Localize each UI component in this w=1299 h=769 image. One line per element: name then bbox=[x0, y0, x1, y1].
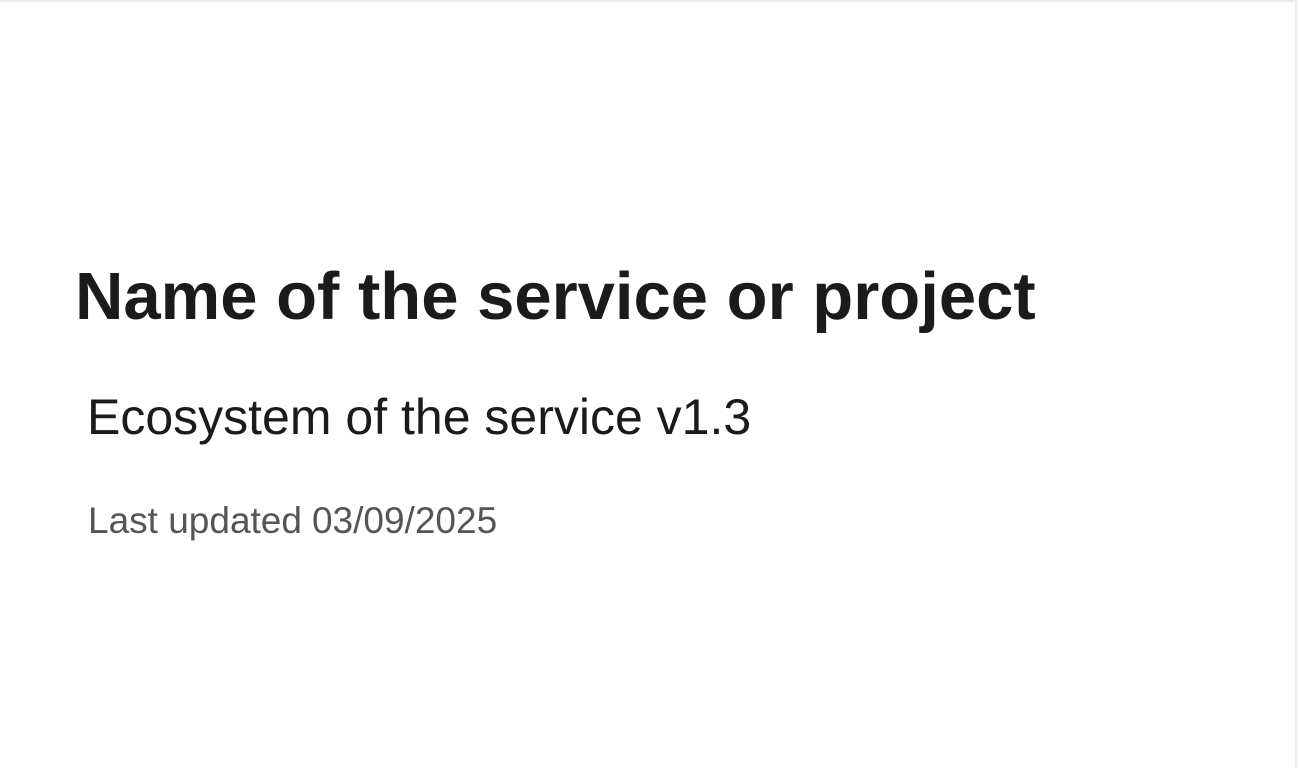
title-slide: Name of the service or project Ecosystem… bbox=[0, 0, 1297, 768]
page-title: Name of the service or project bbox=[75, 259, 1036, 334]
last-updated-label: Last updated bbox=[88, 500, 302, 541]
subtitle: Ecosystem of the service v1.3 bbox=[87, 389, 752, 445]
last-updated: Last updated 03/09/2025 bbox=[88, 498, 497, 544]
last-updated-date: 03/09/2025 bbox=[311, 500, 498, 541]
